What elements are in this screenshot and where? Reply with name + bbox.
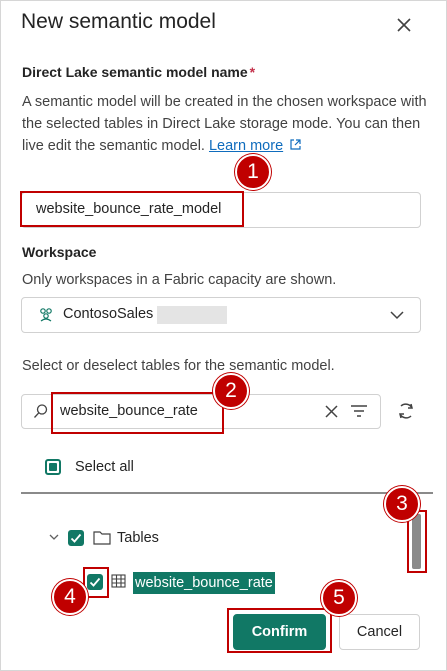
tables-instruction: Select or deselect tables for the semant… (22, 358, 335, 374)
model-name-label: Direct Lake semantic model name * (22, 64, 255, 80)
refresh-icon[interactable] (395, 400, 417, 422)
new-semantic-model-dialog: New semantic model Direct Lake semantic … (0, 0, 447, 671)
select-all-checkbox[interactable] (45, 459, 61, 475)
cancel-button[interactable]: Cancel (339, 614, 420, 650)
model-name-label-text: Direct Lake semantic model name (22, 64, 248, 80)
workspace-icon (40, 308, 52, 322)
table-icon (111, 574, 126, 588)
redacted-region (157, 306, 227, 324)
callout-box-2 (51, 392, 224, 434)
callout-badge-3: 3 (384, 486, 420, 522)
dialog-title: New semantic model (21, 10, 216, 33)
folder-icon (93, 531, 111, 545)
callout-badge-5: 5 (321, 580, 357, 616)
model-description: A semantic model will be created in the … (22, 91, 427, 157)
workspace-label: Workspace (22, 244, 97, 260)
chevron-down-icon[interactable] (48, 532, 60, 542)
learn-more-link[interactable]: Learn more (209, 138, 283, 154)
tables-folder-label: Tables (117, 530, 159, 546)
table-list-divider (21, 492, 433, 494)
filter-icon[interactable] (350, 404, 368, 418)
workspace-hint: Only workspaces in a Fabric capacity are… (22, 272, 337, 288)
tables-folder-checkbox[interactable] (68, 530, 84, 546)
close-icon[interactable] (393, 14, 415, 36)
open-in-new-icon[interactable] (289, 138, 302, 151)
callout-badge-4: 4 (52, 579, 88, 615)
workspace-selected: ContosoSales (63, 306, 154, 322)
search-icon (34, 404, 48, 418)
select-all-label: Select all (75, 459, 134, 475)
callout-badge-2: 2 (213, 373, 249, 409)
chevron-down-icon[interactable] (389, 309, 405, 321)
callout-badge-1: 1 (235, 154, 271, 190)
required-mark: * (249, 64, 256, 80)
clear-search-icon[interactable] (324, 404, 339, 419)
callout-box-1 (20, 191, 244, 227)
table-row-label[interactable]: website_bounce_rate (133, 572, 275, 594)
callout-box-5 (227, 608, 332, 653)
